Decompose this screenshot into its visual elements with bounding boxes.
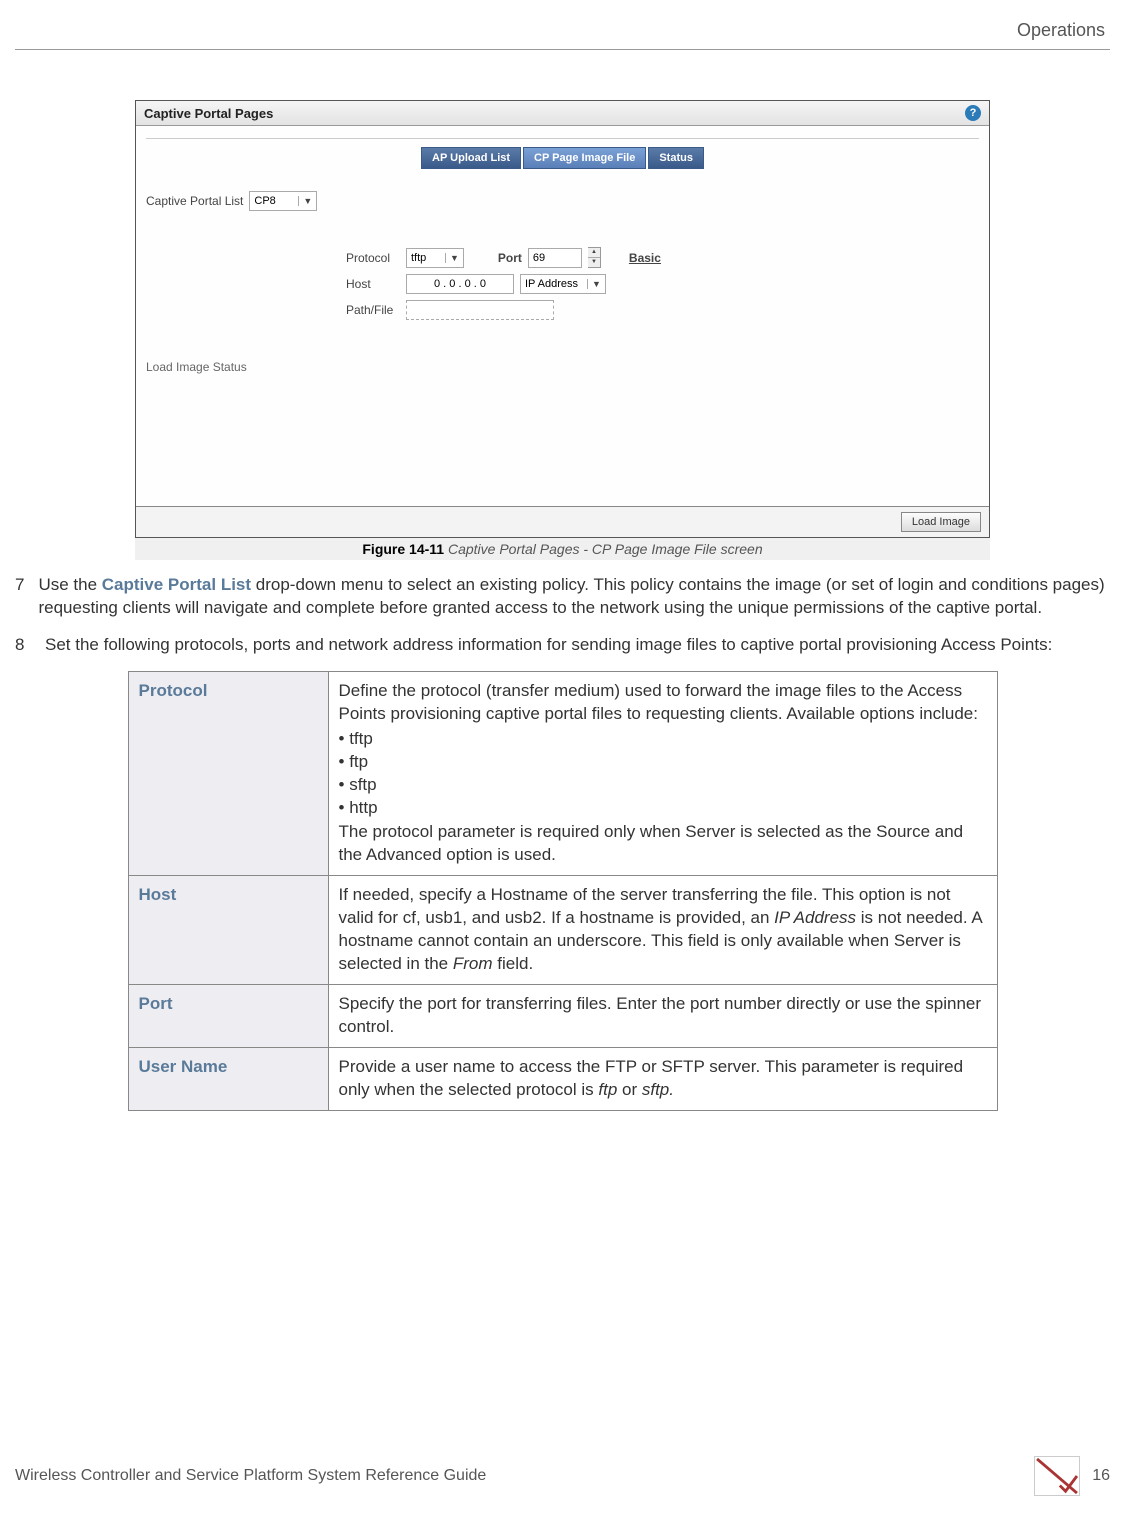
- page-header-section: Operations: [15, 20, 1110, 41]
- figure-caption-text: Captive Portal Pages - CP Page Image Fil…: [448, 541, 763, 557]
- protocol-label: Protocol: [346, 251, 400, 265]
- load-image-status-label: Load Image Status: [146, 360, 979, 374]
- pathfile-input[interactable]: [406, 300, 554, 320]
- chevron-down-icon[interactable]: ▼: [298, 196, 316, 206]
- step-7-text: Use the Captive Portal List drop-down me…: [38, 574, 1110, 620]
- panel-title-text: Captive Portal Pages: [144, 106, 273, 121]
- figure-caption: Figure 14-11 Captive Portal Pages - CP P…: [135, 538, 990, 560]
- help-icon[interactable]: ?: [965, 105, 981, 121]
- page-footer: Wireless Controller and Service Platform…: [15, 1456, 1110, 1496]
- tab-cp-page-image-file[interactable]: CP Page Image File: [523, 147, 646, 169]
- load-image-button[interactable]: Load Image: [901, 512, 981, 532]
- panel-footer: Load Image: [136, 506, 989, 537]
- host-label: Host: [346, 277, 400, 291]
- row-host-desc: If needed, specify a Hostname of the ser…: [328, 876, 997, 985]
- spinner-up-icon[interactable]: ▲: [588, 248, 600, 258]
- r1-b3: sftp: [339, 774, 987, 797]
- checkmark-icon: [1034, 1456, 1080, 1496]
- step-7-bold: Captive Portal List: [102, 575, 251, 594]
- chevron-down-icon[interactable]: ▼: [587, 279, 605, 289]
- r1-p2: The protocol parameter is required only …: [339, 821, 987, 867]
- basic-link[interactable]: Basic: [629, 251, 661, 265]
- spinner-down-icon[interactable]: ▼: [588, 258, 600, 267]
- r4-it2: sftp.: [642, 1080, 674, 1099]
- port-spinner[interactable]: ▲ ▼: [588, 247, 601, 268]
- captive-portal-list-row: Captive Portal List ▼: [146, 191, 979, 211]
- r1-p1: Define the protocol (transfer medium) us…: [339, 680, 987, 726]
- row-port-desc: Specify the port for transferring files.…: [328, 985, 997, 1048]
- r2-it2: From: [453, 954, 493, 973]
- page-number: 16: [1092, 1467, 1110, 1485]
- row-username-desc: Provide a user name to access the FTP or…: [328, 1047, 997, 1110]
- screenshot-panel: Captive Portal Pages ? AP Upload List CP…: [135, 100, 990, 560]
- step-7: 7 Use the Captive Portal List drop-down …: [15, 574, 1110, 620]
- parameter-table: Protocol Define the protocol (transfer m…: [128, 671, 998, 1111]
- r4-it1: ftp: [598, 1080, 617, 1099]
- form-area: Protocol ▼ Port ▲ ▼ Basic: [346, 247, 979, 320]
- table-row: User Name Provide a user name to access …: [128, 1047, 997, 1110]
- host-type-dropdown[interactable]: ▼: [520, 274, 606, 294]
- header-rule: [15, 49, 1110, 50]
- inner-rule: [146, 138, 979, 139]
- row-protocol-label: Protocol: [128, 671, 328, 876]
- step-8: 8 Set the following protocols, ports and…: [15, 634, 1110, 657]
- r4-p1b: or: [617, 1080, 642, 1099]
- r2-p1c: field.: [493, 954, 534, 973]
- panel-titlebar: Captive Portal Pages ?: [136, 101, 989, 126]
- port-label: Port: [498, 251, 522, 265]
- r2-it1: IP Address: [774, 908, 856, 927]
- table-row: Host If needed, specify a Hostname of th…: [128, 876, 997, 985]
- step-8-text: Set the following protocols, ports and n…: [45, 634, 1052, 657]
- port-input[interactable]: [528, 248, 582, 268]
- host-type-value[interactable]: [521, 275, 587, 293]
- tab-bar: AP Upload List CP Page Image File Status: [146, 147, 979, 169]
- figure-number: Figure 14-11: [362, 541, 444, 557]
- row-username-label: User Name: [128, 1047, 328, 1110]
- step-8-number: 8: [15, 634, 31, 657]
- chevron-down-icon[interactable]: ▼: [445, 253, 463, 263]
- table-row: Port Specify the port for transferring f…: [128, 985, 997, 1048]
- protocol-dropdown[interactable]: ▼: [406, 248, 464, 268]
- captive-portal-list-value[interactable]: [250, 192, 298, 210]
- captive-portal-list-label: Captive Portal List: [146, 194, 243, 208]
- r1-b4: http: [339, 797, 987, 820]
- r1-b2: ftp: [339, 751, 987, 774]
- footer-title: Wireless Controller and Service Platform…: [15, 1467, 486, 1485]
- tab-ap-upload-list[interactable]: AP Upload List: [421, 147, 521, 169]
- host-input[interactable]: [406, 274, 514, 294]
- row-host-label: Host: [128, 876, 328, 985]
- table-row: Protocol Define the protocol (transfer m…: [128, 671, 997, 876]
- tab-status[interactable]: Status: [648, 147, 704, 169]
- step-7-pre: Use the: [38, 575, 101, 594]
- captive-portal-list-dropdown[interactable]: ▼: [249, 191, 317, 211]
- r1-b1: tftp: [339, 728, 987, 751]
- protocol-value[interactable]: [407, 249, 445, 267]
- pathfile-label: Path/File: [346, 303, 400, 317]
- step-7-number: 7: [15, 574, 24, 620]
- row-port-label: Port: [128, 985, 328, 1048]
- row-protocol-desc: Define the protocol (transfer medium) us…: [328, 671, 997, 876]
